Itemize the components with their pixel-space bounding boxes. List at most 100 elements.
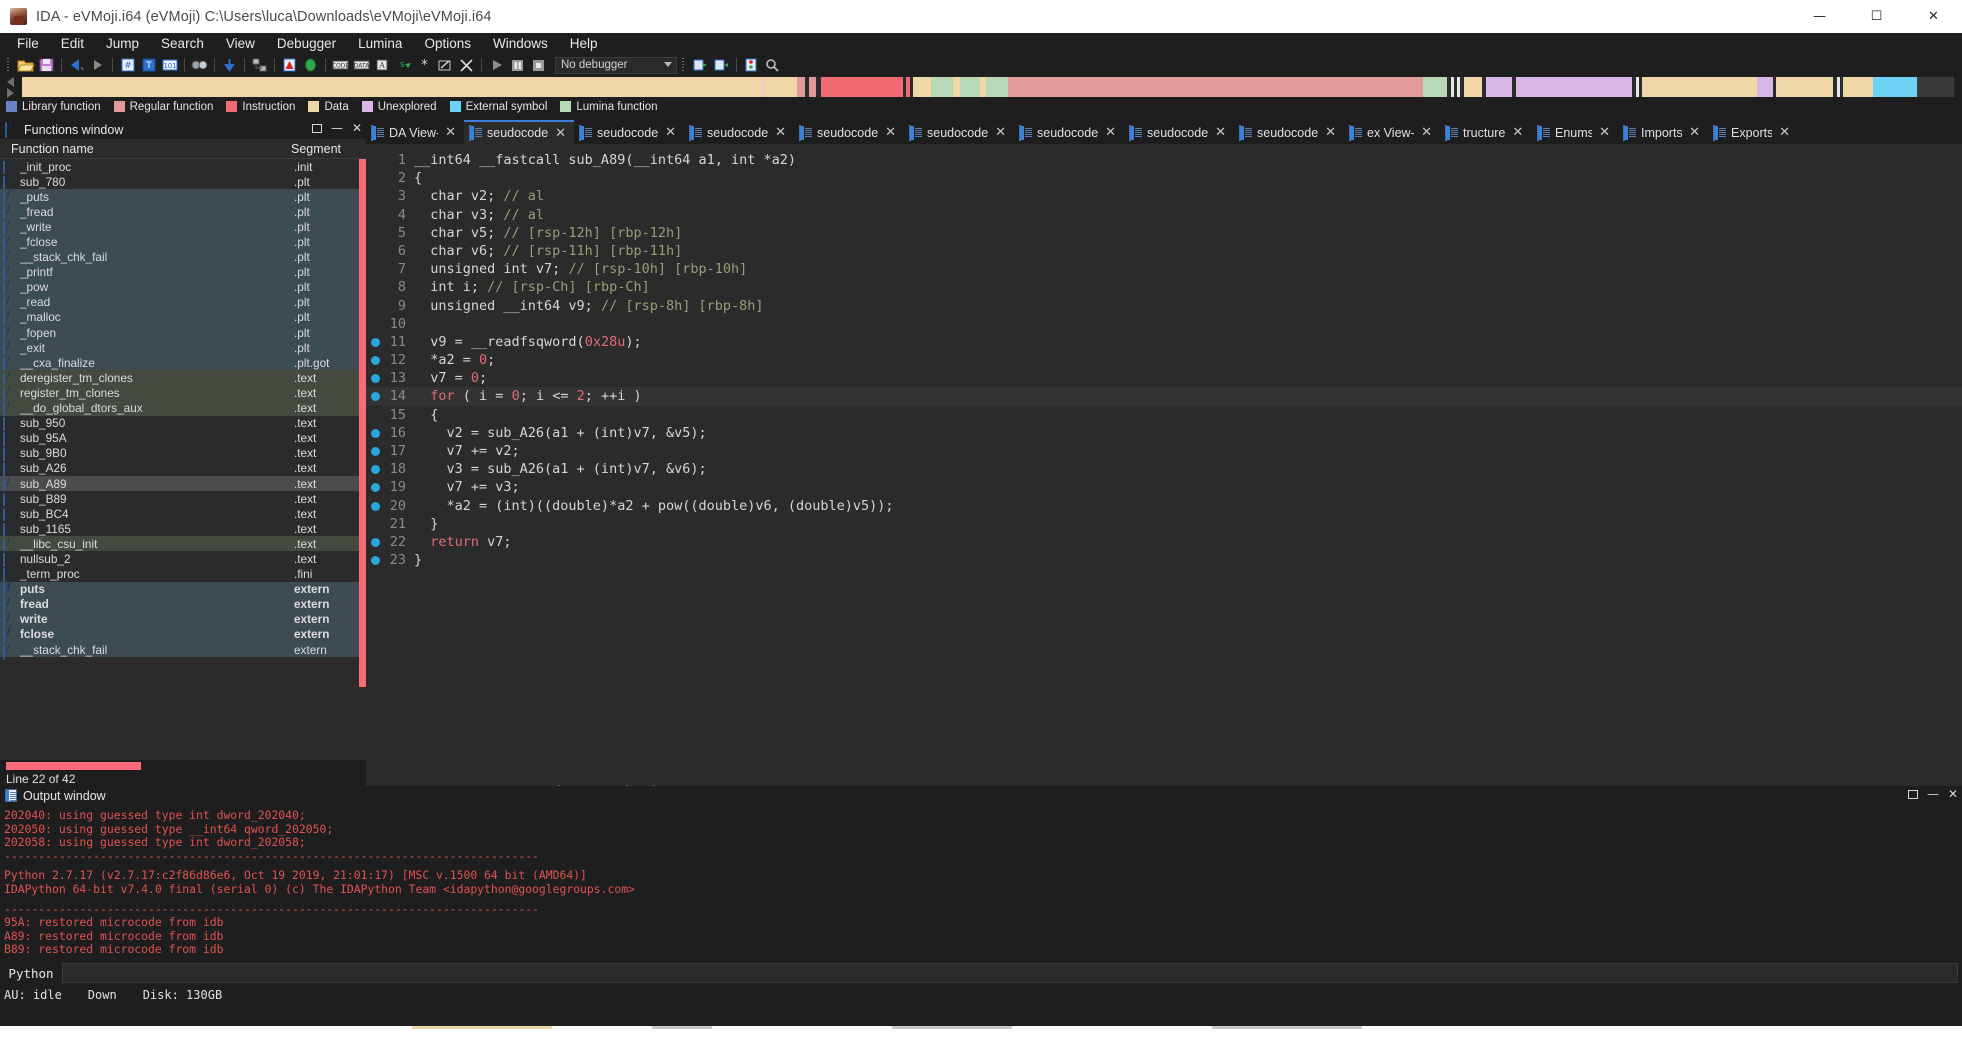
function-row[interactable]: __stack_chk_fail extern	[0, 642, 366, 660]
taskbar-item[interactable]	[412, 1026, 552, 1038]
tab-ex-view--9[interactable]: ex View- ✕	[1344, 120, 1440, 144]
output-maximize-button[interactable]	[1907, 789, 1918, 799]
function-row[interactable]: _exit .plt	[0, 340, 366, 358]
navigator-band[interactable]	[22, 77, 1954, 97]
function-row[interactable]: nullsub_2 .text	[0, 551, 366, 569]
functions-close-button[interactable]: ✕	[352, 121, 362, 135]
output-minimize-button[interactable]: —	[1927, 787, 1939, 801]
function-row[interactable]: _fopen .plt	[0, 325, 366, 343]
function-row[interactable]: _malloc .plt	[0, 309, 366, 328]
tab-seudocode--5[interactable]: seudocode- ✕	[904, 120, 1014, 144]
function-row[interactable]: write extern	[0, 611, 366, 630]
nav-right-arrow-icon[interactable]	[7, 88, 14, 98]
menu-item-edit[interactable]: Edit	[50, 34, 95, 54]
code-line[interactable]: 13 v7 = 0;	[366, 369, 1962, 387]
code-line[interactable]: 16 v2 = sub_A26(a1 + (int)v7, &v5);	[366, 424, 1962, 442]
function-row[interactable]: puts extern	[0, 581, 366, 600]
code-line[interactable]: 12 *a2 = 0;	[366, 351, 1962, 369]
tab-close-icon[interactable]: ✕	[1686, 125, 1706, 140]
function-row[interactable]: sub_1165 .text	[0, 521, 366, 539]
function-row[interactable]: _read .plt	[0, 294, 366, 313]
code-line[interactable]: 10	[366, 315, 1962, 333]
tab-close-icon[interactable]: ✕	[1596, 125, 1616, 140]
code-line[interactable]: 11 v9 = __readfsqword(0x28u);	[366, 333, 1962, 351]
tab-close-icon[interactable]: ✕	[1322, 125, 1342, 140]
taskbar-item[interactable]	[892, 1026, 1012, 1038]
column-header-segment[interactable]: Segment	[291, 142, 366, 156]
function-row[interactable]: sub_780 .plt	[0, 174, 366, 192]
taskbar-item[interactable]	[652, 1026, 712, 1038]
function-row[interactable]: _printf .plt	[0, 264, 366, 283]
function-row[interactable]: _init_proc .init	[0, 159, 366, 177]
lumina-pull-icon[interactable]	[691, 56, 710, 74]
navigator-arrows[interactable]	[0, 76, 22, 98]
down-arrow-icon[interactable]	[220, 56, 239, 74]
toolbar-grip-2[interactable]	[680, 57, 687, 73]
function-row[interactable]: _term_proc .fini	[0, 566, 366, 585]
code-line[interactable]: 18 v3 = sub_A26(a1 + (int)v7, &v6);	[366, 460, 1962, 478]
run-icon[interactable]	[487, 56, 506, 74]
tab-close-icon[interactable]: ✕	[662, 125, 682, 140]
menu-item-search[interactable]: Search	[150, 34, 215, 54]
code-line[interactable]: 14 for ( i = 0; i <= 2; ++i )	[366, 387, 1962, 406]
hex-number-icon[interactable]: #	[118, 56, 137, 74]
tab-seudocode--7[interactable]: seudocode- ✕	[1124, 120, 1234, 144]
tab-close-icon[interactable]: ✕	[1102, 125, 1122, 140]
asterisk-icon[interactable]: *	[415, 56, 434, 74]
column-header-function-name[interactable]: Function name	[11, 142, 291, 156]
taskbar-item[interactable]	[1012, 1026, 1212, 1038]
code-icon[interactable]: CODE	[331, 56, 350, 74]
delete-x-icon[interactable]	[457, 56, 476, 74]
tab-close-icon[interactable]: ✕	[552, 126, 572, 141]
menu-item-lumina[interactable]: Lumina	[347, 34, 413, 54]
code-line[interactable]: 3 char v2; // al	[366, 187, 1962, 205]
code-line[interactable]: 15 {	[366, 406, 1962, 424]
debugger-selector[interactable]: No debugger	[555, 56, 677, 74]
open-file-icon[interactable]	[16, 56, 35, 74]
tab-seudocode--1[interactable]: seudocode- ✕	[464, 120, 574, 144]
functions-scrollbar[interactable]	[359, 159, 366, 760]
function-row[interactable]: sub_A89 .text	[0, 475, 366, 494]
function-row[interactable]: _puts .plt	[0, 189, 366, 207]
text-string-icon[interactable]: T	[139, 56, 158, 74]
tab-close-icon[interactable]: ✕	[1212, 125, 1232, 140]
tab-seudocode--2[interactable]: seudocode- ✕	[574, 120, 684, 144]
tab-seudocode--8[interactable]: seudocode- ✕	[1234, 120, 1344, 144]
minimize-button[interactable]: —	[1791, 0, 1848, 33]
close-button[interactable]: ✕	[1905, 0, 1962, 33]
taskbar-item[interactable]	[0, 1026, 96, 1038]
ascii-icon[interactable]: A	[373, 56, 392, 74]
tab-close-icon[interactable]: ✕	[882, 125, 902, 140]
menu-item-windows[interactable]: Windows	[482, 34, 559, 54]
green-circle-icon[interactable]	[301, 56, 320, 74]
function-row[interactable]: fread extern	[0, 596, 366, 615]
function-row[interactable]: sub_B89 .text	[0, 491, 366, 509]
code-line[interactable]: 20 *a2 = (int)((double)*a2 + pow((double…	[366, 497, 1962, 515]
menu-item-options[interactable]: Options	[413, 34, 482, 54]
navigator-bar[interactable]	[0, 76, 1962, 98]
menu-item-view[interactable]: View	[215, 34, 266, 54]
edit-icon[interactable]	[436, 56, 455, 74]
function-row[interactable]: register_tm_clones .text	[0, 385, 366, 403]
binoculars-search-icon[interactable]	[190, 56, 209, 74]
stop-icon[interactable]	[529, 56, 548, 74]
python-prompt-label[interactable]: Python	[0, 966, 62, 981]
menu-item-debugger[interactable]: Debugger	[266, 34, 347, 54]
code-line[interactable]: 19 v7 += v3;	[366, 478, 1962, 496]
taskbar-item[interactable]	[112, 1026, 412, 1038]
function-row[interactable]: _write .plt	[0, 219, 366, 237]
tab-imports-12[interactable]: Imports ✕	[1618, 120, 1708, 144]
tab-close-icon[interactable]: ✕	[1509, 125, 1529, 140]
forward-arrow-icon[interactable]	[88, 56, 107, 74]
function-row[interactable]: __libc_csu_init .text	[0, 536, 366, 554]
code-line[interactable]: 21 }	[366, 515, 1962, 533]
tab-seudocode--4[interactable]: seudocode- ✕	[794, 120, 904, 144]
function-row[interactable]: sub_950 .text	[0, 415, 366, 434]
function-row[interactable]: deregister_tm_clones .text	[0, 370, 366, 388]
functions-maximize-button[interactable]	[311, 123, 322, 133]
windows-taskbar[interactable]	[0, 1026, 1962, 1038]
string-icon[interactable]: s	[394, 56, 413, 74]
function-row[interactable]: sub_95A .text	[0, 430, 366, 449]
tab-exports-13[interactable]: Exports ✕	[1708, 120, 1798, 144]
search-next-icon[interactable]	[763, 56, 782, 74]
